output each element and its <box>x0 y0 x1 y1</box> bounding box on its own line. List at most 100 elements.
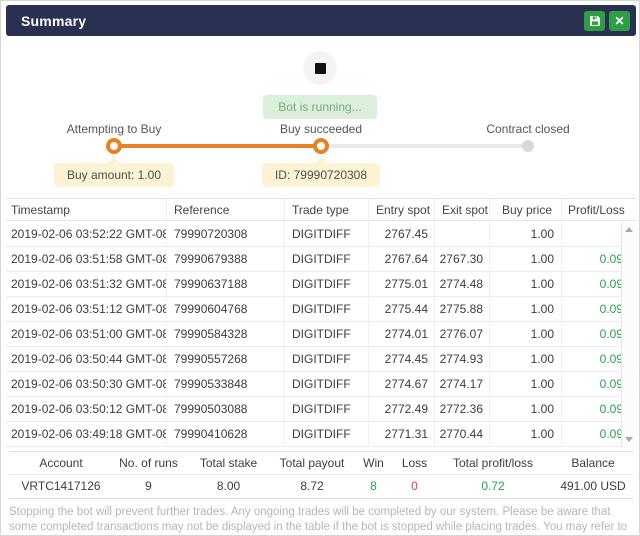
cell-trade-type: DIGITDIFF <box>284 372 368 396</box>
cell-trade-type: DIGITDIFF <box>284 422 368 446</box>
cell-profit-loss: 0.09 <box>561 247 627 271</box>
col-header-exit-spot: Exit spot <box>434 199 489 220</box>
table-scrollbar[interactable] <box>621 222 635 447</box>
cell-timestamp: 2019-02-06 03:50:12 GMT-0800 <box>6 397 166 421</box>
buy-amount-tooltip: Buy amount: 1.00 <box>54 163 174 187</box>
summary-col-loss: Loss <box>396 452 433 474</box>
cell-timestamp: 2019-02-06 03:51:00 GMT-0800 <box>6 322 166 346</box>
cell-reference: 79990533848 <box>166 372 284 396</box>
cell-entry-spot: 2774.45 <box>368 347 434 371</box>
close-button[interactable]: ✕ <box>609 11 630 31</box>
account-value: VRTC1417126 <box>9 475 113 498</box>
table-row: 2019-02-06 03:51:32 GMT-080079990637188D… <box>6 272 636 297</box>
save-button[interactable] <box>584 11 605 31</box>
close-icon: ✕ <box>614 15 624 27</box>
cell-profit-loss: 0.09 <box>561 347 627 371</box>
cell-buy-price: 1.00 <box>489 372 561 396</box>
cell-profit-loss <box>561 222 627 246</box>
cell-buy-price: 1.00 <box>489 422 561 446</box>
cell-exit-spot: 2767.30 <box>434 247 489 271</box>
cell-reference: 79990637188 <box>166 272 284 296</box>
contract-id-tooltip: ID: 79990720308 <box>262 163 380 187</box>
cell-timestamp: 2019-02-06 03:52:22 GMT-0800 <box>6 222 166 246</box>
cell-exit-spot: 2774.48 <box>434 272 489 296</box>
cell-entry-spot: 2774.01 <box>368 322 434 346</box>
col-header-profit-loss: Profit/Loss <box>561 199 636 220</box>
save-icon <box>589 15 601 27</box>
cell-buy-price: 1.00 <box>489 397 561 421</box>
cell-exit-spot: 2770.44 <box>434 422 489 446</box>
cell-entry-spot: 2774.67 <box>368 372 434 396</box>
cell-reference: 79990503088 <box>166 397 284 421</box>
col-header-entry-spot: Entry spot <box>368 199 434 220</box>
cell-profit-loss: 0.09 <box>561 297 627 321</box>
cell-trade-type: DIGITDIFF <box>284 247 368 271</box>
cell-entry-spot: 2775.44 <box>368 297 434 321</box>
step-dot-contract-closed <box>522 140 534 152</box>
cell-buy-price: 1.00 <box>489 322 561 346</box>
step-dot-buy-succeeded <box>313 138 329 154</box>
cell-exit-spot: 2776.07 <box>434 322 489 346</box>
titlebar-buttons: ✕ <box>584 11 630 31</box>
win-value: 8 <box>351 475 396 498</box>
session-summary-table: Account No. of runs Total stake Total pa… <box>9 451 633 499</box>
progress-line-active <box>114 144 321 148</box>
cell-timestamp: 2019-02-06 03:51:32 GMT-0800 <box>6 272 166 296</box>
col-header-timestamp: Timestamp <box>6 199 166 220</box>
summary-col-total-payout: Total payout <box>273 452 351 474</box>
col-header-buy-price: Buy price <box>489 199 561 220</box>
col-header-trade-type: Trade type <box>284 199 368 220</box>
cell-buy-price: 1.00 <box>489 222 561 246</box>
cell-reference: 79990557268 <box>166 347 284 371</box>
summary-col-account: Account <box>9 452 113 474</box>
step-label-attempting-to-buy: Attempting to Buy <box>67 122 162 136</box>
cell-entry-spot: 2767.64 <box>368 247 434 271</box>
step-label-contract-closed: Contract closed <box>486 122 569 136</box>
cell-timestamp: 2019-02-06 03:51:12 GMT-0800 <box>6 297 166 321</box>
cell-entry-spot: 2772.49 <box>368 397 434 421</box>
cell-buy-price: 1.00 <box>489 247 561 271</box>
cell-buy-price: 1.00 <box>489 272 561 296</box>
total-profit-loss-value: 0.72 <box>433 475 553 498</box>
summary-dialog: Summary ✕ Bot is running... <box>0 0 640 536</box>
table-row: 2019-02-06 03:51:00 GMT-080079990584328D… <box>6 322 636 347</box>
summary-col-balance: Balance <box>553 452 633 474</box>
scroll-down-icon[interactable] <box>625 437 633 442</box>
cell-reference: 79990720308 <box>166 222 284 246</box>
cell-timestamp: 2019-02-06 03:50:44 GMT-0800 <box>6 347 166 371</box>
cell-exit-spot: 2774.93 <box>434 347 489 371</box>
table-row: 2019-02-06 03:50:12 GMT-080079990503088D… <box>6 397 636 422</box>
stop-icon <box>315 63 326 74</box>
summary-col-total-profit-loss: Total profit/loss <box>433 452 553 474</box>
loss-value: 0 <box>396 475 433 498</box>
cell-trade-type: DIGITDIFF <box>284 322 368 346</box>
cell-reference: 79990584328 <box>166 322 284 346</box>
cell-profit-loss: 0.09 <box>561 422 627 446</box>
summary-col-win: Win <box>351 452 396 474</box>
table-row: 2019-02-06 03:52:22 GMT-080079990720308D… <box>6 222 636 247</box>
progress-line-inactive <box>321 144 528 148</box>
cell-exit-spot: 2772.36 <box>434 397 489 421</box>
step-dot-attempting-to-buy <box>106 138 122 154</box>
trades-table-header: Timestamp Reference Trade type Entry spo… <box>6 198 636 221</box>
summary-values-row: VRTC1417126 9 8.00 8.72 8 0 0.72 491.00 … <box>9 475 633 499</box>
scroll-up-icon[interactable] <box>625 227 633 232</box>
contract-progress-stepper: Attempting to Buy Buy succeeded Contract… <box>1 119 640 191</box>
step-label-buy-succeeded: Buy succeeded <box>280 122 362 136</box>
col-header-reference: Reference <box>166 199 284 220</box>
table-row: 2019-02-06 03:49:18 GMT-080079990410628D… <box>6 422 636 447</box>
cell-trade-type: DIGITDIFF <box>284 272 368 296</box>
cell-buy-price: 1.00 <box>489 297 561 321</box>
cell-trade-type: DIGITDIFF <box>284 397 368 421</box>
runs-value: 9 <box>113 475 184 498</box>
table-row: 2019-02-06 03:51:12 GMT-080079990604768D… <box>6 297 636 322</box>
cell-timestamp: 2019-02-06 03:50:30 GMT-0800 <box>6 372 166 396</box>
stop-bot-button[interactable] <box>303 51 337 85</box>
cell-entry-spot: 2767.45 <box>368 222 434 246</box>
total-payout-value: 8.72 <box>273 475 351 498</box>
summary-header-row: Account No. of runs Total stake Total pa… <box>9 451 633 475</box>
cell-exit-spot: 2775.88 <box>434 297 489 321</box>
cell-trade-type: DIGITDIFF <box>284 222 368 246</box>
cell-profit-loss: 0.09 <box>561 397 627 421</box>
total-stake-value: 8.00 <box>184 475 273 498</box>
